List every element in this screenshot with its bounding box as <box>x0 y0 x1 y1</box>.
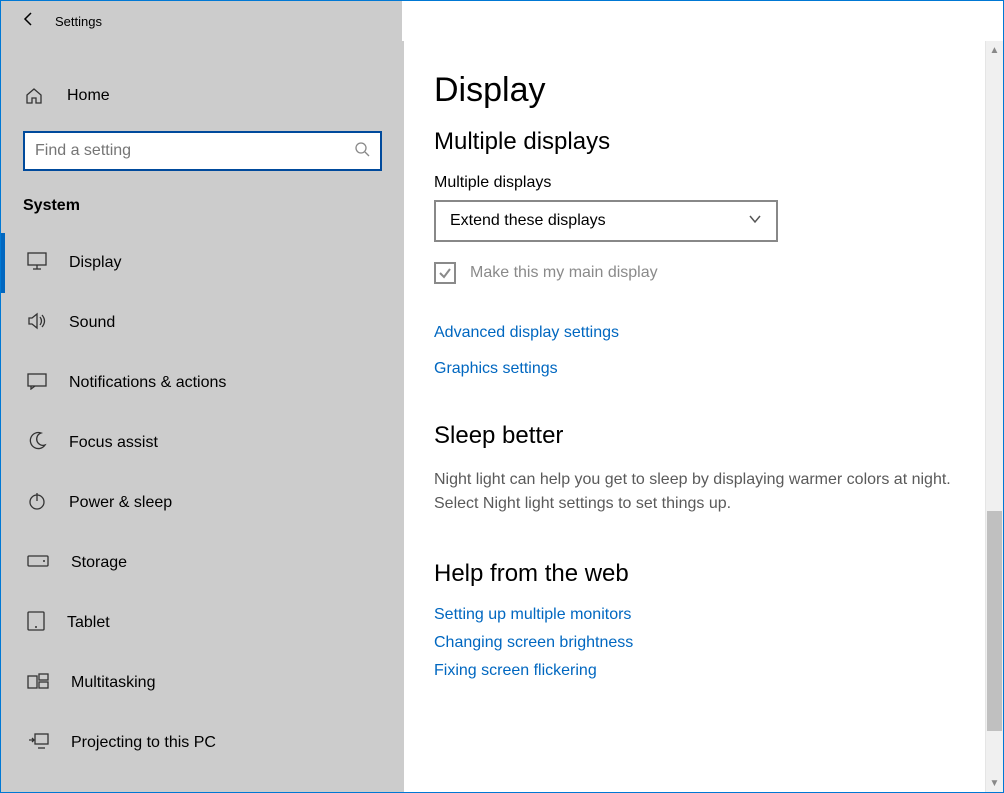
graphics-settings-link[interactable]: Graphics settings <box>434 360 981 378</box>
dropdown-value: Extend these displays <box>450 212 606 230</box>
home-label: Home <box>67 87 110 105</box>
sidebar-item-label: Display <box>69 254 121 272</box>
search-icon <box>354 141 370 161</box>
back-button[interactable] <box>21 11 37 32</box>
help-link-brightness[interactable]: Changing screen brightness <box>434 634 981 652</box>
sidebar-item-sound[interactable]: Sound <box>1 293 382 353</box>
sidebar-item-label: Multitasking <box>71 674 155 692</box>
scroll-down-icon[interactable]: ▼ <box>986 774 1003 792</box>
tablet-icon <box>27 611 45 636</box>
help-heading: Help from the web <box>434 560 981 588</box>
search-input[interactable] <box>23 131 382 171</box>
help-link-monitors[interactable]: Setting up multiple monitors <box>434 606 981 624</box>
chevron-down-icon <box>748 212 762 231</box>
sidebar-item-display[interactable]: Display <box>1 233 382 293</box>
sidebar-item-label: Notifications & actions <box>69 374 226 392</box>
moon-icon <box>27 431 47 456</box>
drive-icon <box>27 554 49 572</box>
search-field[interactable] <box>35 142 354 160</box>
message-icon <box>27 372 47 395</box>
content-pane: Display Multiple displays Multiple displ… <box>404 41 1003 792</box>
speaker-icon <box>27 312 47 335</box>
sidebar-item-projecting[interactable]: Projecting to this PC <box>1 713 382 773</box>
sidebar-item-notifications[interactable]: Notifications & actions <box>1 353 382 413</box>
sidebar-section-header: System <box>23 197 382 215</box>
main-display-checkbox-row: Make this my main display <box>434 262 981 284</box>
window-title: Settings <box>55 14 102 29</box>
help-link-flickering[interactable]: Fixing screen flickering <box>434 662 981 680</box>
sidebar-item-label: Sound <box>69 314 115 332</box>
multitask-icon <box>27 673 49 694</box>
sidebar-item-power-sleep[interactable]: Power & sleep <box>1 473 382 533</box>
project-icon <box>27 733 49 754</box>
scrollbar[interactable]: ▲ ▼ <box>985 41 1003 792</box>
sidebar-item-label: Focus assist <box>69 434 158 452</box>
scroll-up-icon[interactable]: ▲ <box>986 41 1003 59</box>
main-display-checkbox[interactable] <box>434 262 456 284</box>
sidebar-item-label: Projecting to this PC <box>71 734 216 752</box>
sidebar-item-focus-assist[interactable]: Focus assist <box>1 413 382 473</box>
page-title: Display <box>434 71 981 110</box>
checkbox-label: Make this my main display <box>470 264 658 282</box>
sidebar-item-label: Storage <box>71 554 127 572</box>
sidebar-item-multitasking[interactable]: Multitasking <box>1 653 382 713</box>
sleep-heading: Sleep better <box>434 422 981 450</box>
home-icon <box>23 86 45 106</box>
multiple-displays-label: Multiple displays <box>434 174 981 192</box>
multiple-displays-dropdown[interactable]: Extend these displays <box>434 200 778 242</box>
advanced-display-settings-link[interactable]: Advanced display settings <box>434 324 981 342</box>
sidebar-item-label: Power & sleep <box>69 494 172 512</box>
sidebar-item-storage[interactable]: Storage <box>1 533 382 593</box>
monitor-icon <box>27 252 47 275</box>
sidebar-item-tablet[interactable]: Tablet <box>1 593 382 653</box>
scroll-thumb[interactable] <box>987 511 1002 731</box>
home-nav[interactable]: Home <box>23 73 382 119</box>
power-icon <box>27 491 47 516</box>
sidebar-item-label: Tablet <box>67 614 110 632</box>
sidebar: Home System Display Sound <box>1 41 404 792</box>
multiple-displays-heading: Multiple displays <box>434 128 981 156</box>
sleep-body: Night light can help you get to sleep by… <box>434 468 954 516</box>
